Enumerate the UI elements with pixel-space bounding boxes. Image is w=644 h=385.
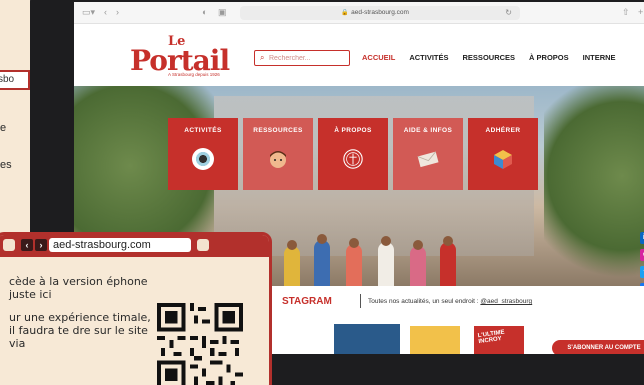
search-box[interactable]: ⌕ bbox=[254, 50, 350, 66]
address-bar-url: aed-strasbourg.com bbox=[351, 9, 409, 16]
site-header: Le Portail A Strasbourg depuis 1926 ⌕ AC… bbox=[74, 24, 644, 86]
instagram-post-text: L'ULTIME INCROY bbox=[477, 329, 505, 346]
student-head bbox=[317, 234, 327, 244]
instagram-title: STAGRAM bbox=[282, 296, 332, 307]
back-icon[interactable]: ‹ bbox=[104, 7, 107, 17]
student-figure bbox=[314, 240, 330, 286]
new-tab-icon[interactable]: + bbox=[638, 7, 643, 17]
student-head bbox=[349, 238, 359, 248]
student-head bbox=[443, 236, 453, 246]
nav-item-accueil[interactable]: ACCUEIL bbox=[362, 53, 395, 65]
qr-code bbox=[157, 303, 243, 385]
logo-tagline: A Strasbourg depuis 1926 bbox=[168, 72, 220, 77]
card-body-text: cède à la version éphone juste ici ur un… bbox=[9, 275, 157, 360]
student-figure bbox=[346, 244, 362, 286]
student-figure bbox=[410, 246, 426, 286]
forward-icon[interactable]: › bbox=[116, 7, 119, 17]
follow-instagram-button[interactable]: S'ABONNER AU COMPTE bbox=[552, 340, 644, 354]
instagram-icon[interactable]: ◎ bbox=[640, 249, 644, 261]
linkedin-icon[interactable]: in bbox=[640, 232, 644, 244]
twitter-icon[interactable]: ✦ bbox=[640, 266, 644, 278]
search-input[interactable] bbox=[269, 52, 347, 64]
seal-icon bbox=[342, 148, 364, 170]
category-tiles: ACTIVITÉS RESSOURCES À PROPOS AIDE & INF… bbox=[168, 118, 538, 190]
instagram-subtitle-text: Toutes nos actualités, un seul endroit : bbox=[368, 298, 479, 305]
tile-label: À PROPOS bbox=[334, 127, 372, 134]
nav-item-ressources[interactable]: RESSOURCES bbox=[463, 53, 516, 65]
student-head bbox=[381, 236, 391, 246]
hero-tree-right bbox=[544, 86, 644, 286]
rubiks-cube-icon bbox=[492, 148, 514, 170]
browser-toolbar: ▭▾ ‹ › ◐ ▣ 🔒 aed-strasbourg.com ↻ ⇧ + ⧉ bbox=[74, 2, 644, 24]
tile-label: RESSOURCES bbox=[253, 127, 303, 134]
poster-text-fragment: e bbox=[0, 122, 7, 134]
tile-adherer[interactable]: ADHÉRER bbox=[468, 118, 538, 190]
card-forward-icon[interactable]: › bbox=[35, 239, 47, 251]
card-paragraph-2: ur une expérience timale, il faudra te d… bbox=[9, 311, 151, 350]
poster-label-strip: sbo bbox=[0, 70, 30, 90]
student-figure bbox=[284, 246, 300, 286]
instagram-handle-link[interactable]: @aed_strasbourg bbox=[480, 298, 532, 305]
tile-a-propos[interactable]: À PROPOS bbox=[318, 118, 388, 190]
poster-text-fragment-2: es bbox=[0, 159, 12, 171]
mobile-browser-card: ‹ › aed-strasbourg.com cède à la version… bbox=[0, 232, 272, 385]
tile-activites[interactable]: ACTIVITÉS bbox=[168, 118, 238, 190]
privacy-shield-icon[interactable]: ◐ bbox=[202, 7, 207, 17]
student-head bbox=[413, 240, 423, 250]
nav-item-activites[interactable]: ACTIVITÉS bbox=[409, 53, 448, 65]
student-head-icon bbox=[267, 148, 289, 170]
search-icon: ⌕ bbox=[260, 53, 265, 62]
instagram-post[interactable] bbox=[334, 324, 400, 354]
main-nav: ACCUEIL ACTIVITÉS RESSOURCES À PROPOS IN… bbox=[362, 53, 616, 65]
card-browser-bar: ‹ › aed-strasbourg.com bbox=[0, 235, 269, 257]
poster-strip-text: sbo bbox=[0, 74, 15, 85]
reload-icon[interactable]: ↻ bbox=[505, 8, 512, 17]
instagram-post[interactable] bbox=[410, 326, 460, 354]
divider bbox=[360, 294, 361, 308]
instagram-post[interactable]: L'ULTIME INCROY bbox=[474, 326, 524, 354]
card-back-icon[interactable]: ‹ bbox=[21, 239, 33, 251]
student-head bbox=[287, 240, 297, 250]
share-icon[interactable]: ⇧ bbox=[622, 7, 630, 18]
envelope-icon bbox=[417, 148, 439, 170]
students-illustration bbox=[274, 222, 474, 286]
nav-item-a-propos[interactable]: À PROPOS bbox=[529, 53, 569, 65]
card-address-bar[interactable]: aed-strasbourg.com bbox=[49, 238, 191, 252]
tile-ressources[interactable]: RESSOURCES bbox=[243, 118, 313, 190]
tile-label: ADHÉRER bbox=[485, 127, 521, 134]
card-tab-icon bbox=[197, 239, 209, 251]
instagram-subtitle: Toutes nos actualités, un seul endroit :… bbox=[368, 298, 532, 305]
card-window-dot bbox=[3, 239, 15, 251]
address-bar[interactable]: 🔒 aed-strasbourg.com ↻ bbox=[240, 6, 520, 20]
card-paragraph-1: cède à la version éphone juste ici bbox=[9, 275, 148, 301]
sidebar-toggle-icon[interactable]: ▭▾ bbox=[82, 7, 95, 18]
nav-item-interne[interactable]: INTERNE bbox=[583, 53, 616, 65]
tile-label: ACTIVITÉS bbox=[184, 127, 222, 134]
student-figure bbox=[378, 242, 394, 286]
tile-aide-infos[interactable]: AIDE & INFOS bbox=[393, 118, 463, 190]
site-logo[interactable]: Le Portail A Strasbourg depuis 1926 bbox=[130, 34, 248, 78]
eye-icon bbox=[192, 148, 214, 170]
student-figure bbox=[440, 242, 456, 286]
tile-label: AIDE & INFOS bbox=[403, 127, 453, 134]
reader-icon[interactable]: ▣ bbox=[218, 7, 227, 18]
